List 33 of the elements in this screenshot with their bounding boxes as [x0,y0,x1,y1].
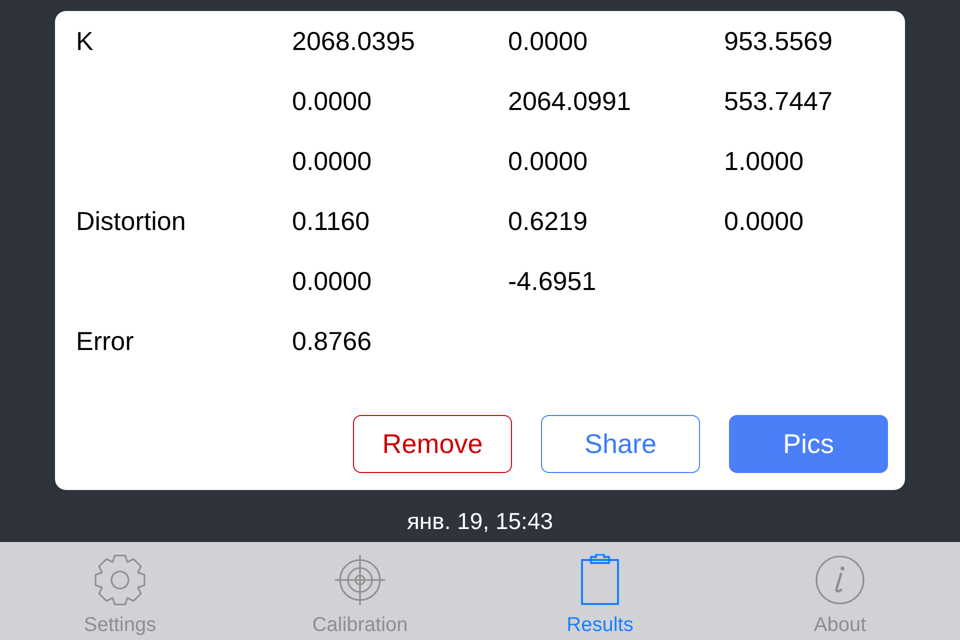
matrix-value: 0.0000 [724,205,804,237]
matrix-value: 0.8766 [292,325,372,357]
matrix-value: 2064.0991 [508,85,631,117]
info-icon [814,554,866,606]
matrix-value: 0.1160 [292,205,370,237]
tab-label: Settings [84,614,156,636]
matrix-value: 953.5569 [724,25,832,57]
matrix-value: 0.0000 [508,145,588,177]
tab[interactable]: Settings [0,542,240,640]
filled-button[interactable]: Pics [729,415,888,473]
timestamp: янв. 19, 15:43 [406,507,554,535]
tab[interactable]: Results [480,542,720,640]
matrix-value: 0.0000 [508,25,588,57]
row-label: K [76,25,94,57]
matrix-value: 0.0000 [292,85,372,117]
tab-label: About [814,614,866,636]
tab-label: Results [566,614,634,636]
tab-label: Calibration [312,614,408,636]
matrix-value: 1.0000 [724,145,804,177]
matrix-value: 0.6219 [508,205,588,237]
row-label: Error [76,325,134,357]
tab[interactable]: About [720,542,960,640]
matrix-value: 553.7447 [724,85,832,117]
remove-button[interactable]: Remove [353,415,512,473]
matrix-value: 0.0000 [292,265,372,297]
matrix-value: 2068.0395 [292,25,415,57]
matrix-value: -4.6951 [508,265,596,297]
target-icon [334,554,386,606]
settings-icon [94,554,146,606]
tab[interactable]: Calibration [240,542,480,640]
row-label: Distortion [76,205,186,237]
matrix-value: 0.0000 [292,145,372,177]
outline-button[interactable]: Share [541,415,700,473]
